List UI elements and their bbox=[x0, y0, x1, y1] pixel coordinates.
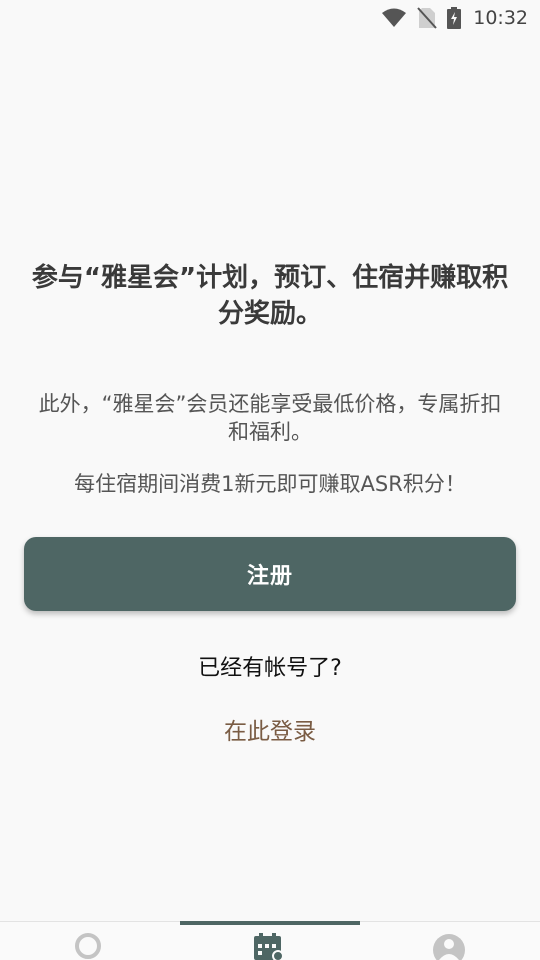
screen: 10:32 参与“雅星会”计划，预订、住宿并赚取积分奖励。 此外，“雅星会”会员… bbox=[0, 0, 540, 960]
bottom-nav bbox=[0, 921, 540, 960]
wifi-icon bbox=[381, 8, 407, 28]
status-time: 10:32 bbox=[473, 7, 528, 29]
nav-search[interactable] bbox=[70, 930, 110, 960]
active-tab-indicator bbox=[180, 921, 360, 925]
profile-icon bbox=[430, 934, 470, 960]
login-link[interactable]: 在此登录 bbox=[0, 712, 540, 746]
register-button[interactable]: 注册 bbox=[24, 537, 516, 611]
battery-charging-icon bbox=[447, 7, 462, 29]
no-sim-icon bbox=[417, 7, 437, 29]
nav-profile[interactable] bbox=[430, 930, 470, 960]
search-icon bbox=[70, 933, 110, 960]
nav-bookings[interactable] bbox=[250, 930, 290, 960]
page-headline: 参与“雅星会”计划，预订、住宿并赚取积分奖励。 bbox=[31, 263, 509, 329]
earn-points-text: 每住宿期间消费1新元即可赚取ASR积分！ bbox=[74, 472, 466, 496]
calendar-icon bbox=[250, 933, 290, 960]
status-bar: 10:32 bbox=[0, 0, 540, 36]
have-account-text: 已经有帐号了? bbox=[198, 656, 342, 681]
benefits-text: 此外，“雅星会”会员还能享受最低价格，专属折扣和福利。 bbox=[38, 392, 502, 444]
